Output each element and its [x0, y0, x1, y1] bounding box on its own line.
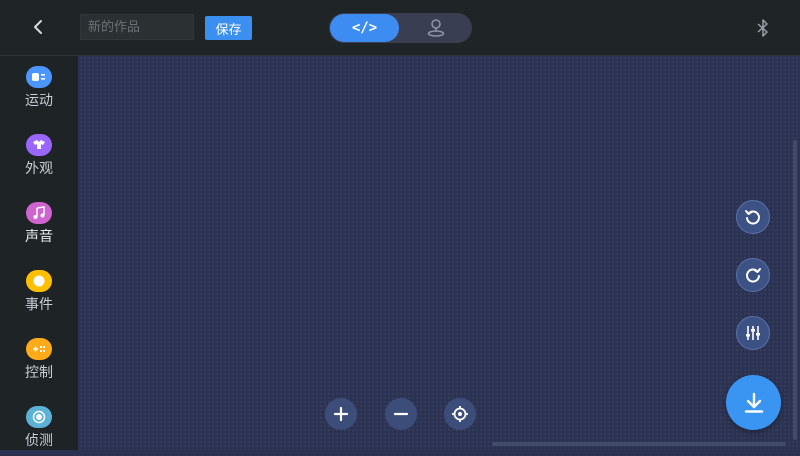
project-name-input[interactable] — [80, 14, 194, 40]
download-button[interactable] — [726, 375, 781, 430]
redo-button[interactable] — [736, 258, 770, 292]
recenter-icon — [452, 406, 468, 422]
zoom-out-button[interactable] — [385, 398, 417, 430]
undo-button[interactable] — [736, 200, 770, 234]
stage-icon — [427, 19, 445, 37]
code-workspace[interactable] — [79, 56, 800, 450]
category-label: 侦测 — [25, 433, 53, 449]
control-icon — [26, 338, 52, 360]
zoom-out-icon — [393, 412, 409, 416]
settings-sliders-icon — [746, 326, 760, 340]
sensing-icon — [26, 406, 52, 428]
bluetooth-icon[interactable] — [754, 18, 772, 38]
code-mode-button[interactable]: </> — [330, 14, 399, 42]
category-sound[interactable]: 声音 — [0, 192, 78, 252]
category-label: 控制 — [25, 365, 53, 381]
category-label: 声音 — [25, 229, 53, 245]
looks-icon — [26, 134, 52, 156]
zoom-in-button[interactable] — [325, 398, 357, 430]
undo-icon — [745, 210, 760, 225]
stage-mode-button[interactable] — [401, 14, 471, 42]
category-events[interactable]: 事件 — [0, 260, 78, 320]
recenter-button[interactable] — [444, 398, 476, 430]
category-label: 运动 — [25, 93, 53, 109]
category-looks[interactable]: 外观 — [0, 124, 78, 184]
download-icon — [744, 392, 763, 413]
zoom-in-icon — [333, 406, 349, 422]
redo-icon — [746, 268, 761, 283]
category-sensing[interactable]: 侦测 — [0, 396, 78, 456]
events-icon — [26, 270, 52, 292]
mode-toggle: </> — [329, 13, 472, 43]
sound-icon — [26, 202, 52, 224]
top-bar: 保存 </> — [0, 0, 800, 56]
category-motion[interactable]: 运动 — [0, 56, 78, 116]
save-button[interactable]: 保存 — [205, 16, 252, 40]
code-mode-label: </> — [351, 20, 378, 36]
category-label: 事件 — [25, 297, 53, 313]
vertical-scrollbar[interactable] — [793, 140, 797, 440]
category-label: 外观 — [25, 161, 53, 177]
category-sidebar: 运动 外观 声音 事件 控制 侦测 — [0, 56, 78, 450]
settings-button[interactable] — [736, 316, 770, 350]
motion-icon — [26, 66, 52, 88]
category-control[interactable]: 控制 — [0, 328, 78, 388]
back-button[interactable] — [26, 15, 50, 39]
horizontal-scrollbar[interactable] — [492, 442, 786, 446]
chevron-left-icon — [34, 20, 42, 34]
